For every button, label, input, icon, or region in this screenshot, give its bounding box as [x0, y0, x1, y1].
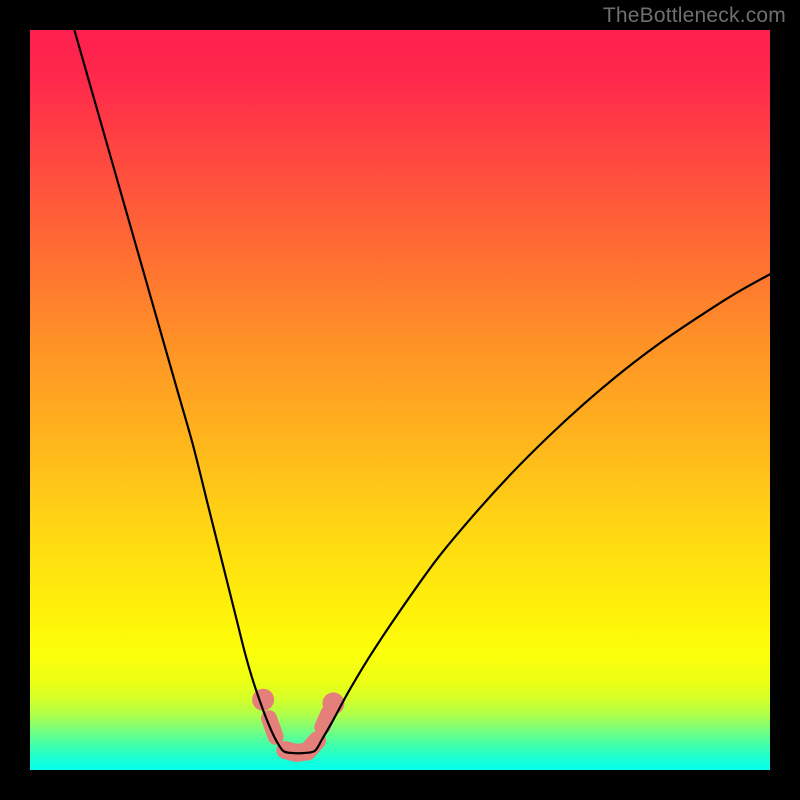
chart-stage: TheBottleneck.com: [0, 0, 800, 800]
bottleneck-curve: [74, 30, 770, 753]
curve-layer: [30, 30, 770, 770]
watermark-text: TheBottleneck.com: [603, 4, 786, 28]
plot-area: [30, 30, 770, 770]
